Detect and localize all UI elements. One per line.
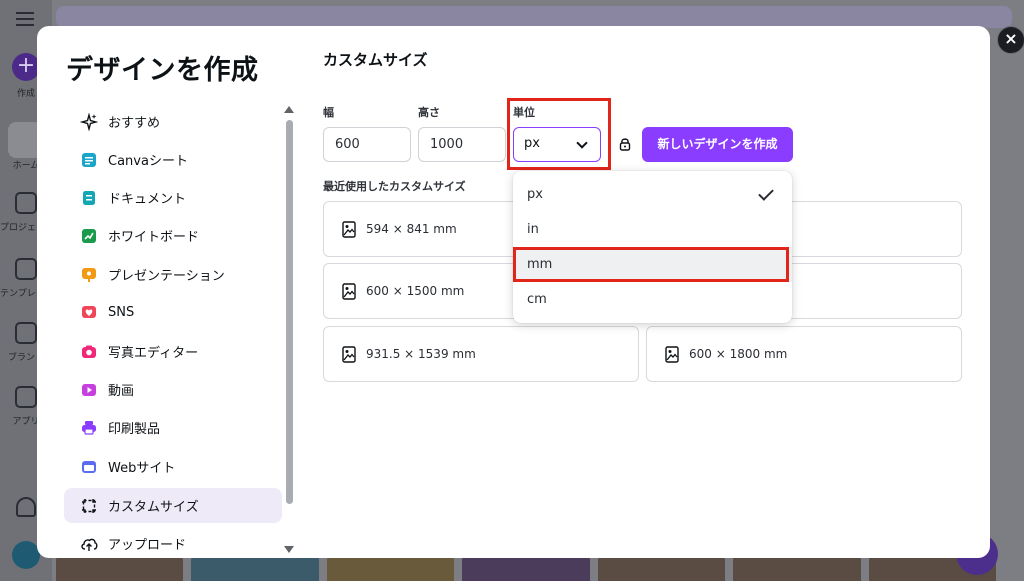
recent-size-text: 600 × 1500 mm [366,284,465,298]
sidebar-item-label: ドキュメント [108,192,187,207]
sidebar-item-label: おすすめ [108,116,161,131]
scroll-thumb[interactable] [286,120,293,504]
sidebar-item-label: プレゼンテーション [108,269,225,284]
custom-size-icon [80,497,98,515]
close-button[interactable]: × [997,26,1024,54]
sidebar-item-upload[interactable]: アップロード [64,526,282,558]
sidebar-item-sns[interactable]: SNS [64,295,282,330]
sidebar-item-label: アップロード [108,538,187,553]
menu-icon[interactable] [16,12,34,26]
upload-icon [80,535,98,553]
sidebar-item-label: 動画 [108,384,135,399]
sidebar-item-video[interactable]: 動画 [64,372,282,407]
template-icon[interactable] [15,258,37,280]
sheet-icon [80,151,98,169]
video-icon [80,381,98,399]
presentation-icon [80,266,98,284]
sidebar-item-label: SNS [108,305,135,320]
unit-option-in[interactable]: in [513,212,792,247]
background-banner [56,6,1012,28]
category-sidebar: おすすめ Canvaシート ドキュメント ホワイトボード プレゼンテーション S… [64,102,284,558]
background-thumbnails [56,556,996,581]
sidebar-item-recommended[interactable]: おすすめ [64,104,282,139]
width-input[interactable]: 600 [323,127,411,162]
printer-icon [80,419,98,437]
scroll-up-arrow-icon[interactable] [284,106,294,113]
heart-icon [80,304,98,322]
unit-option-label: cm [527,292,547,307]
whiteboard-icon [80,227,98,245]
create-design-button[interactable]: 新しいデザインを作成 [642,127,793,162]
sparkle-icon [80,112,98,131]
unit-option-label: px [527,187,543,202]
apps-icon[interactable] [15,386,37,408]
rail-create-button[interactable]: + [12,53,40,81]
sidebar-item-label: Canvaシート [108,154,188,169]
sidebar-item-label: 写真エディター [108,346,199,361]
height-input[interactable]: 1000 [418,127,506,162]
sidebar-item-website[interactable]: Webサイト [64,449,282,484]
mm-highlight-box [513,247,789,282]
recent-sizes-label: 最近使用したカスタムサイズ [323,180,466,193]
image-icon [342,345,356,363]
sidebar-item-photo-editor[interactable]: 写真エディター [64,334,282,369]
sidebar-item-print[interactable]: 印刷製品 [64,410,282,445]
sidebar-item-presentation[interactable]: プレゼンテーション [64,257,282,292]
scroll-down-arrow-icon[interactable] [284,546,294,553]
sidebar-item-custom-size[interactable]: カスタムサイズ [64,488,282,523]
folder-icon[interactable] [15,192,37,214]
brand-icon[interactable] [15,322,37,344]
website-icon [80,458,98,476]
unit-option-cm[interactable]: cm [513,282,792,317]
unit-highlight-box [507,98,611,170]
create-design-modal: デザインを作成 おすすめ Canvaシート ドキュメント ホワイトボード プレゼ… [37,26,990,558]
sidebar-item-canva-sheets[interactable]: Canvaシート [64,142,282,177]
avatar[interactable] [12,541,40,569]
recent-size-text: 931.5 × 1539 mm [366,347,476,361]
sidebar-item-label: ホワイトボード [108,230,200,245]
recent-size-card[interactable]: 600 × 1800 mm [646,326,962,382]
image-icon [665,345,679,363]
document-icon [80,189,98,207]
image-icon [342,282,356,300]
lock-icon[interactable] [619,136,631,151]
recent-size-card[interactable]: 931.5 × 1539 mm [323,326,639,382]
image-icon [342,220,356,238]
recent-size-text: 600 × 1800 mm [689,347,788,361]
sidebar-item-label: Webサイト [108,461,176,476]
unit-option-label: in [527,222,539,237]
check-icon [758,185,774,201]
bell-icon[interactable] [16,497,36,517]
sidebar-item-document[interactable]: ドキュメント [64,180,282,215]
recent-size-text: 594 × 841 mm [366,222,457,236]
sidebar-item-label: 印刷製品 [108,422,161,437]
camera-icon [80,343,98,361]
sidebar-item-whiteboard[interactable]: ホワイトボード [64,218,282,253]
unit-option-px[interactable]: px [513,177,792,212]
sidebar-item-label: カスタムサイズ [108,500,199,515]
section-title: カスタムサイズ [323,51,428,69]
height-label: 高さ [418,106,440,119]
sidebar-scrollbar[interactable] [284,106,294,556]
modal-title: デザインを作成 [66,55,259,86]
width-label: 幅 [323,106,334,119]
